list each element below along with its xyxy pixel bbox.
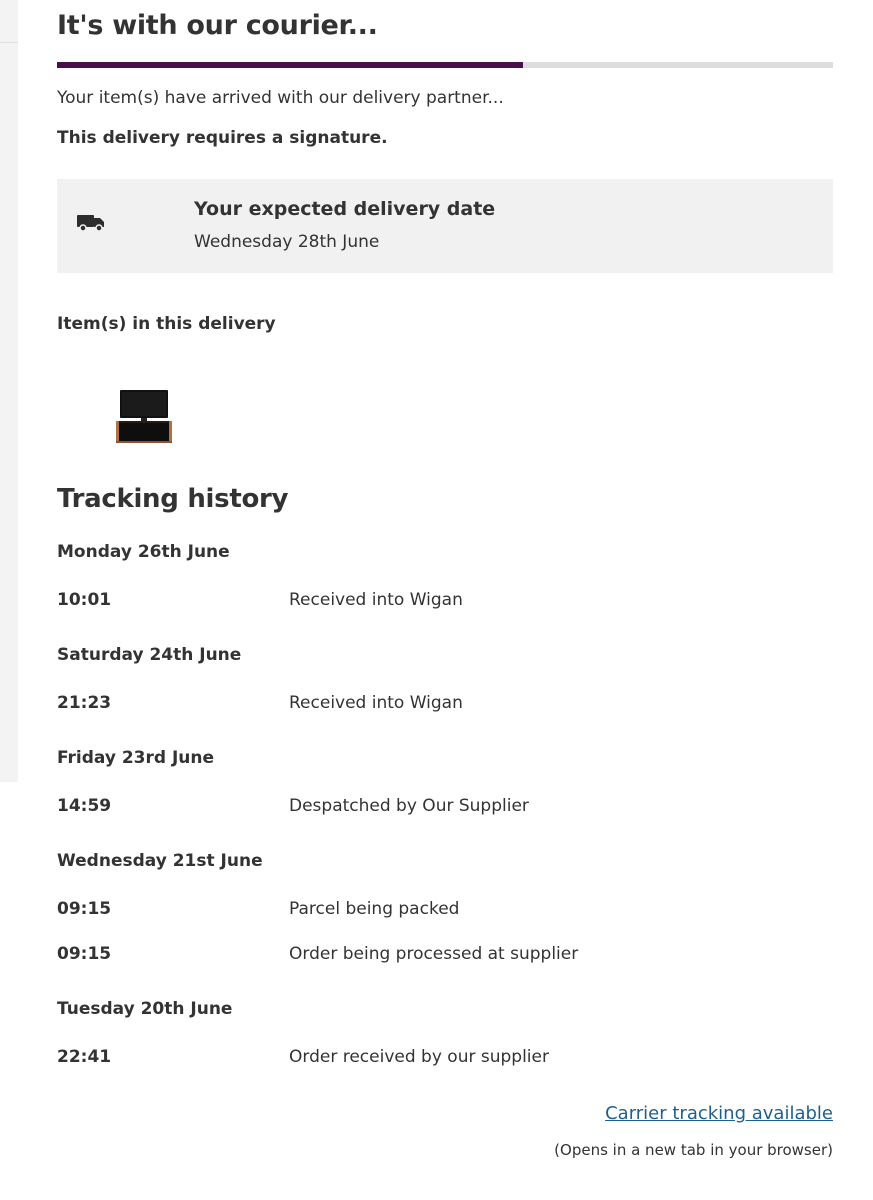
tracking-event-row: 09:15 Parcel being packed (57, 897, 833, 921)
tracking-event-row: 14:59 Despatched by Our Supplier (57, 794, 833, 818)
tracking-event-time: 09:15 (57, 899, 112, 919)
tracking-event-description: Despatched by Our Supplier (289, 796, 529, 816)
tracking-event-time: 09:15 (57, 944, 112, 964)
tracking-day-date: Saturday 24th June (57, 645, 242, 665)
order-tracking-page: It's with our courier... Your item(s) ha… (0, 0, 873, 1200)
tracking-day-group: Wednesday 21st June 09:15 Parcel being pac… (57, 849, 833, 966)
status-message: Your item(s) have arrived with our deliv… (57, 88, 504, 108)
tracking-history-list: Monday 26th June 10:01 Received into Wigan… (57, 540, 833, 1100)
signature-note: This delivery requires a signature. (57, 128, 388, 148)
tracking-event-row: 21:23 Received into Wigan (57, 691, 833, 715)
tracking-day-group: Tuesday 20th June 22:41 Order received by … (57, 997, 833, 1069)
tracking-event-description: Received into Wigan (289, 693, 463, 713)
new-tab-note: (Opens in a new tab in your browser) (554, 1141, 833, 1159)
tracking-event-description: Parcel being packed (289, 899, 460, 919)
tracking-event-description: Order received by our supplier (289, 1047, 549, 1067)
tracking-day-date: Monday 26th June (57, 542, 230, 562)
left-sidebar-edge (0, 0, 18, 782)
delivery-progress-bar (57, 62, 833, 68)
tracking-event-row: 22:41 Order received by our supplier (57, 1045, 833, 1069)
tracking-day-group: Monday 26th June 10:01 Received into Wigan (57, 540, 833, 612)
tracking-event-time: 14:59 (57, 796, 112, 816)
tracking-day-date: Tuesday 20th June (57, 999, 233, 1019)
truck-icon (77, 215, 104, 232)
tracking-day-group: Friday 23rd June 14:59 Despatched by Our S… (57, 746, 833, 818)
delivery-progress-fill (57, 62, 523, 68)
items-heading: Item(s) in this delivery (57, 314, 276, 334)
tracking-event-row: 10:01 Received into Wigan (57, 588, 833, 612)
tracking-history-heading: Tracking history (57, 484, 289, 514)
carrier-tracking-link[interactable]: Carrier tracking available (605, 1103, 833, 1124)
tracking-day-date: Wednesday 21st June (57, 851, 263, 871)
expected-delivery-date: Wednesday 28th June (194, 232, 380, 252)
expected-delivery-heading: Your expected delivery date (194, 198, 496, 220)
tracking-day-group: Saturday 24th June 21:23 Received into Wig… (57, 643, 833, 715)
tracking-event-description: Order being processed at supplier (289, 944, 579, 964)
tracking-event-time: 10:01 (57, 590, 112, 610)
tracking-day-date: Friday 23rd June (57, 748, 215, 768)
product-thumbnail[interactable] (114, 388, 174, 446)
divider (0, 42, 18, 43)
page-title: It's with our courier... (57, 10, 378, 41)
tracking-event-row: 09:15 Order being processed at supplier (57, 942, 833, 966)
tracking-event-time: 22:41 (57, 1047, 112, 1067)
tracking-event-time: 21:23 (57, 693, 112, 713)
tracking-event-description: Received into Wigan (289, 590, 463, 610)
expected-delivery-panel: Your expected delivery date Wednesday 28… (57, 179, 833, 273)
